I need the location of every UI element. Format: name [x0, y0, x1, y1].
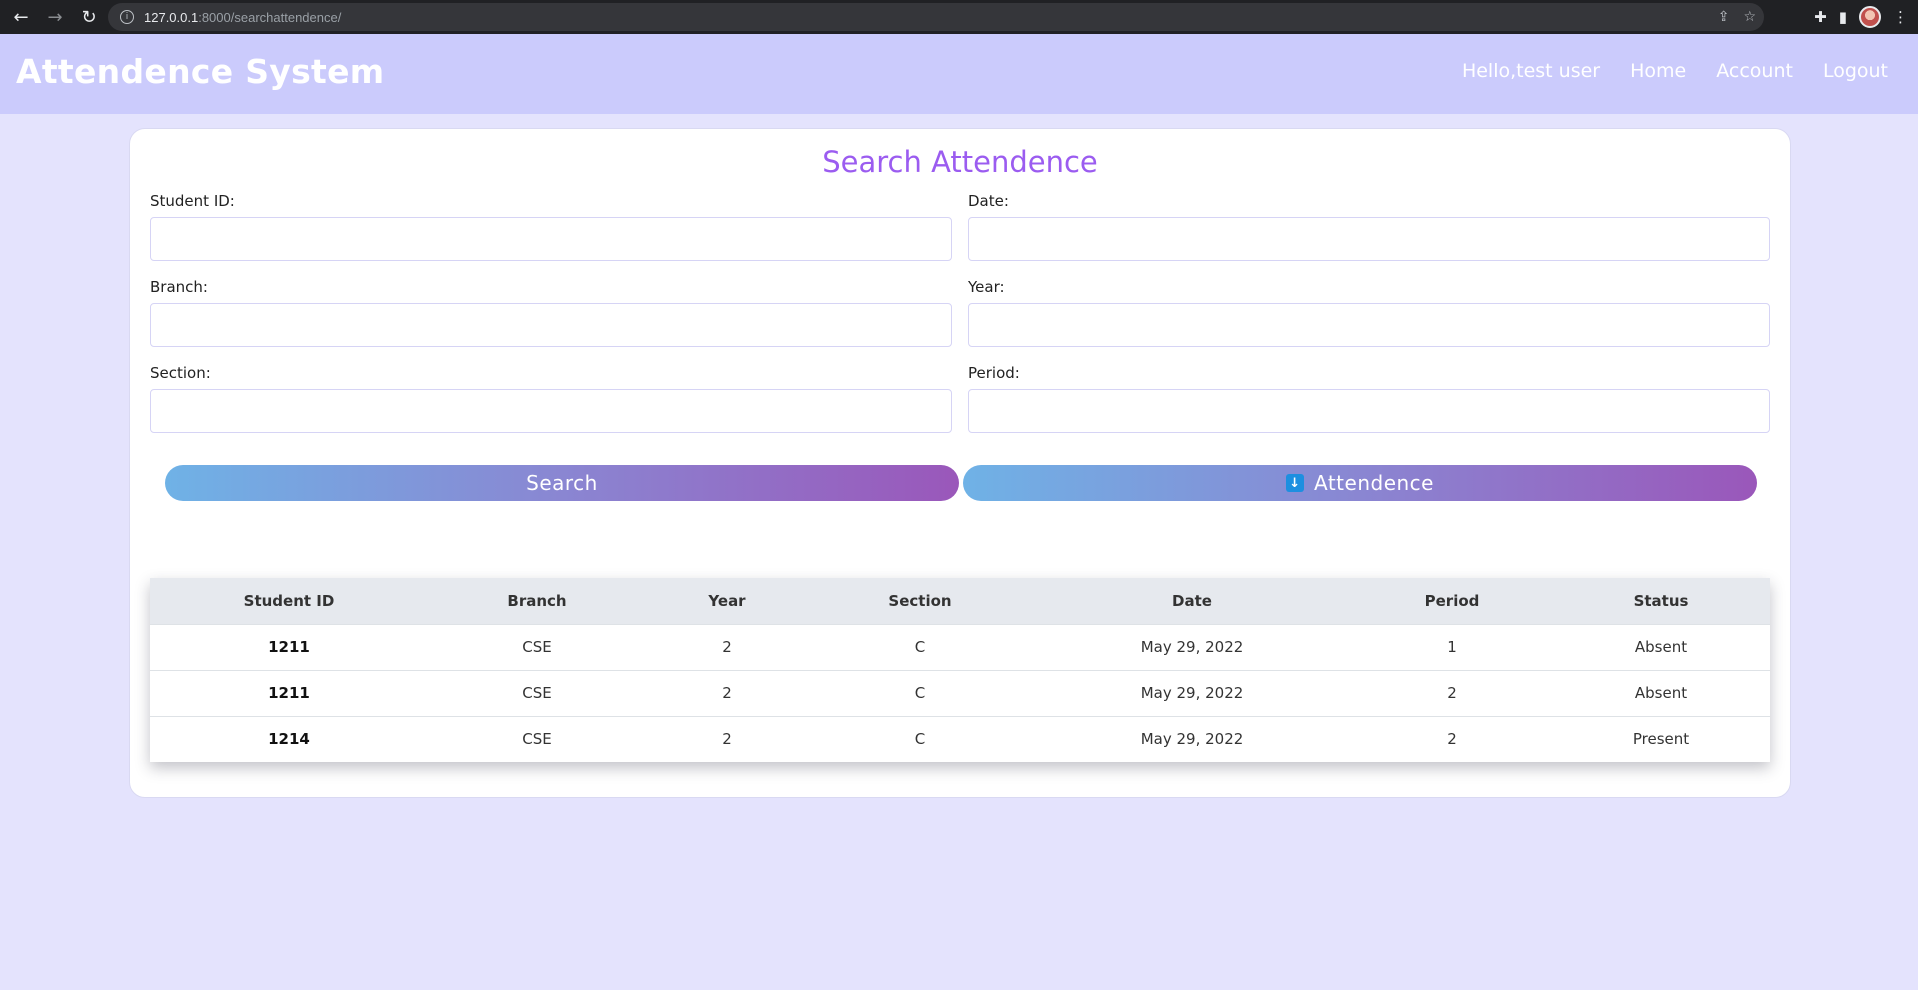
- table-header-row: Student ID Branch Year Section Date Peri…: [150, 578, 1770, 624]
- table-row: 1211 CSE 2 C May 29, 2022 2 Absent: [150, 669, 1770, 716]
- nav-account[interactable]: Account: [1716, 60, 1793, 82]
- column-header: Branch: [507, 591, 567, 610]
- address-bar[interactable]: i 127.0.0.1:8000/searchattendence/ ⇪ ☆: [108, 3, 1764, 31]
- cell-student-id: 1214: [150, 715, 428, 762]
- nav-home[interactable]: Home: [1630, 60, 1686, 82]
- cell-date: May 29, 2022: [1032, 669, 1352, 716]
- student-id-label: Student ID:: [150, 192, 235, 210]
- search-button-label: Search: [526, 471, 598, 495]
- download-arrow-icon: ↓: [1286, 474, 1304, 492]
- site-header: Attendence System Hello,test user Home A…: [0, 34, 1918, 114]
- cell-status: Present: [1552, 715, 1770, 762]
- cell-status: Absent: [1552, 623, 1770, 670]
- extensions-puzzle-icon[interactable]: ✚: [1814, 8, 1827, 26]
- cell-date: May 29, 2022: [1032, 623, 1352, 670]
- cell-branch: CSE: [428, 715, 646, 762]
- side-panel-icon[interactable]: ▮: [1839, 8, 1847, 26]
- share-icon[interactable]: ⇪: [1718, 9, 1730, 25]
- site-info-icon[interactable]: i: [120, 10, 134, 24]
- cell-period: 1: [1352, 623, 1552, 670]
- column-header: Status: [1633, 591, 1689, 610]
- nav-greeting[interactable]: Hello,test user: [1462, 60, 1600, 82]
- column-header: Period: [1424, 591, 1480, 610]
- year-label: Year:: [968, 278, 1005, 296]
- cell-date: May 29, 2022: [1032, 715, 1352, 762]
- cell-status: Absent: [1552, 669, 1770, 716]
- cell-year: 2: [646, 623, 808, 670]
- browser-menu-icon[interactable]: ⋮: [1893, 8, 1908, 26]
- student-id-input[interactable]: [150, 217, 952, 261]
- cell-year: 2: [646, 715, 808, 762]
- column-header: Date: [1172, 591, 1212, 610]
- url-path: :8000/searchattendence/: [198, 9, 342, 25]
- forward-arrow-icon[interactable]: →: [42, 4, 68, 30]
- bookmark-star-icon[interactable]: ☆: [1743, 9, 1756, 25]
- table-row: 1214 CSE 2 C May 29, 2022 2 Present: [150, 715, 1770, 762]
- column-header: Student ID: [243, 591, 335, 610]
- brand-title[interactable]: Attendence System: [16, 52, 384, 91]
- page-title: Search Attendence: [822, 145, 1098, 179]
- year-input[interactable]: [968, 303, 1770, 347]
- table-row: 1211 CSE 2 C May 29, 2022 1 Absent: [150, 623, 1770, 670]
- url-text[interactable]: 127.0.0.1:8000/searchattendence/: [144, 10, 341, 25]
- cell-period: 2: [1352, 669, 1552, 716]
- nav-logout[interactable]: Logout: [1823, 60, 1888, 82]
- section-input[interactable]: [150, 389, 952, 433]
- cell-branch: CSE: [428, 623, 646, 670]
- cell-section: C: [808, 669, 1032, 716]
- cell-year: 2: [646, 669, 808, 716]
- browser-toolbar: ← → ↻ i 127.0.0.1:8000/searchattendence/…: [0, 0, 1918, 34]
- date-label: Date:: [968, 192, 1009, 210]
- top-navigation: Hello,test user Home Account Logout: [1462, 60, 1888, 82]
- column-header: Year: [708, 591, 746, 610]
- attendance-table: Student ID Branch Year Section Date Peri…: [150, 578, 1770, 762]
- cell-branch: CSE: [428, 669, 646, 716]
- period-input[interactable]: [968, 389, 1770, 433]
- search-button[interactable]: Search: [165, 465, 959, 501]
- column-header: Section: [888, 591, 952, 610]
- reload-icon[interactable]: ↻: [76, 4, 102, 30]
- branch-input[interactable]: [150, 303, 952, 347]
- download-button-label: Attendence: [1314, 471, 1434, 495]
- period-label: Period:: [968, 364, 1020, 382]
- url-host: 127.0.0.1: [144, 9, 199, 25]
- cell-student-id: 1211: [150, 623, 428, 670]
- cell-period: 2: [1352, 715, 1552, 762]
- search-card: Search Attendence Student ID: Date: Bran…: [129, 128, 1791, 798]
- branch-label: Branch:: [150, 278, 208, 296]
- cell-section: C: [808, 623, 1032, 670]
- cell-student-id: 1211: [150, 669, 428, 716]
- download-attendence-button[interactable]: ↓ Attendence: [963, 465, 1757, 501]
- date-input[interactable]: [968, 217, 1770, 261]
- cell-section: C: [808, 715, 1032, 762]
- section-label: Section:: [150, 364, 211, 382]
- profile-avatar[interactable]: [1859, 6, 1881, 28]
- back-arrow-icon[interactable]: ←: [8, 4, 34, 30]
